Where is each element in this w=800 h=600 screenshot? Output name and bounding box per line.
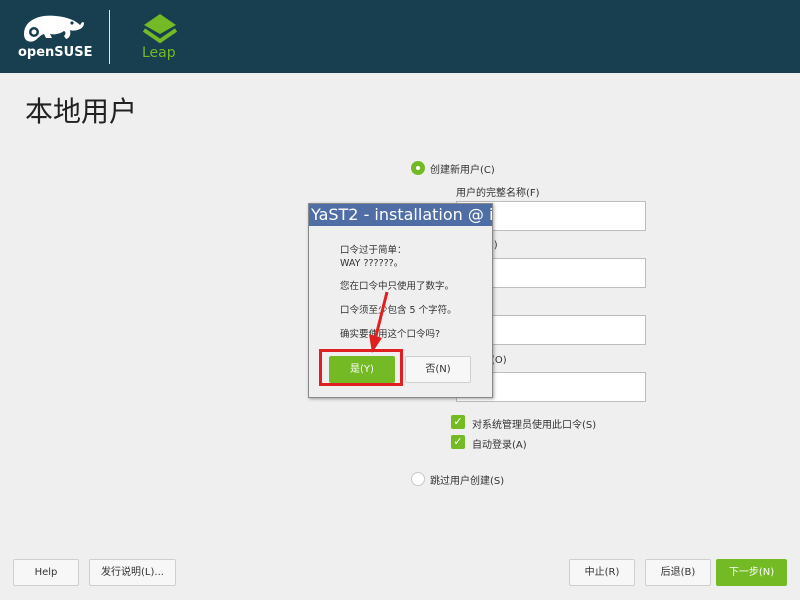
back-button[interactable]: 后退(B) — [645, 559, 711, 586]
top-bar: openSUSE Leap — [0, 0, 800, 73]
release-notes-button[interactable]: 发行说明(L)... — [89, 559, 176, 586]
autologin-label[interactable]: 自动登录(A) — [472, 436, 527, 451]
create-user-radio[interactable] — [411, 161, 425, 175]
leap-logo: Leap — [138, 10, 182, 64]
next-button[interactable]: 下一步(N) — [716, 559, 787, 586]
yes-button[interactable]: 是(Y) — [329, 356, 395, 383]
confirm-password-label: (O) — [491, 355, 507, 366]
logo-divider — [109, 10, 110, 64]
admin-password-label[interactable]: 对系统管理员使用此口令(S) — [472, 416, 596, 431]
leap-wordmark: Leap — [142, 45, 176, 61]
dialog-line-1: 口令过于简单： — [340, 245, 407, 256]
leap-icon — [142, 14, 178, 44]
dialog-line-4: 口令须至少包含 5 个字符。 — [340, 305, 457, 316]
help-button[interactable]: Help — [13, 559, 79, 586]
opensuse-wordmark: openSUSE — [18, 45, 93, 60]
opensuse-logo: openSUSE — [18, 12, 93, 62]
dialog-line-2: WAY ??????。 — [340, 258, 404, 269]
page-title: 本地用户 — [25, 95, 138, 128]
gecko-icon — [24, 15, 84, 42]
admin-password-checkbox[interactable]: ✓ — [451, 415, 465, 429]
abort-button[interactable]: 中止(R) — [569, 559, 635, 586]
fullname-label: 用户的完整名称(F) — [456, 188, 540, 199]
skip-user-label[interactable]: 跳过用户创建(S) — [430, 472, 504, 487]
dialog-title[interactable]: YaST2 - installation @ ins — [309, 204, 492, 226]
autologin-checkbox[interactable]: ✓ — [451, 435, 465, 449]
annotation-arrow-icon — [369, 291, 389, 353]
skip-user-radio[interactable] — [411, 472, 425, 486]
create-user-label[interactable]: 创建新用户(C) — [430, 161, 495, 176]
no-button[interactable]: 否(N) — [405, 356, 471, 383]
dialog-line-3: 您在口令中只使用了数字。 — [340, 281, 455, 292]
